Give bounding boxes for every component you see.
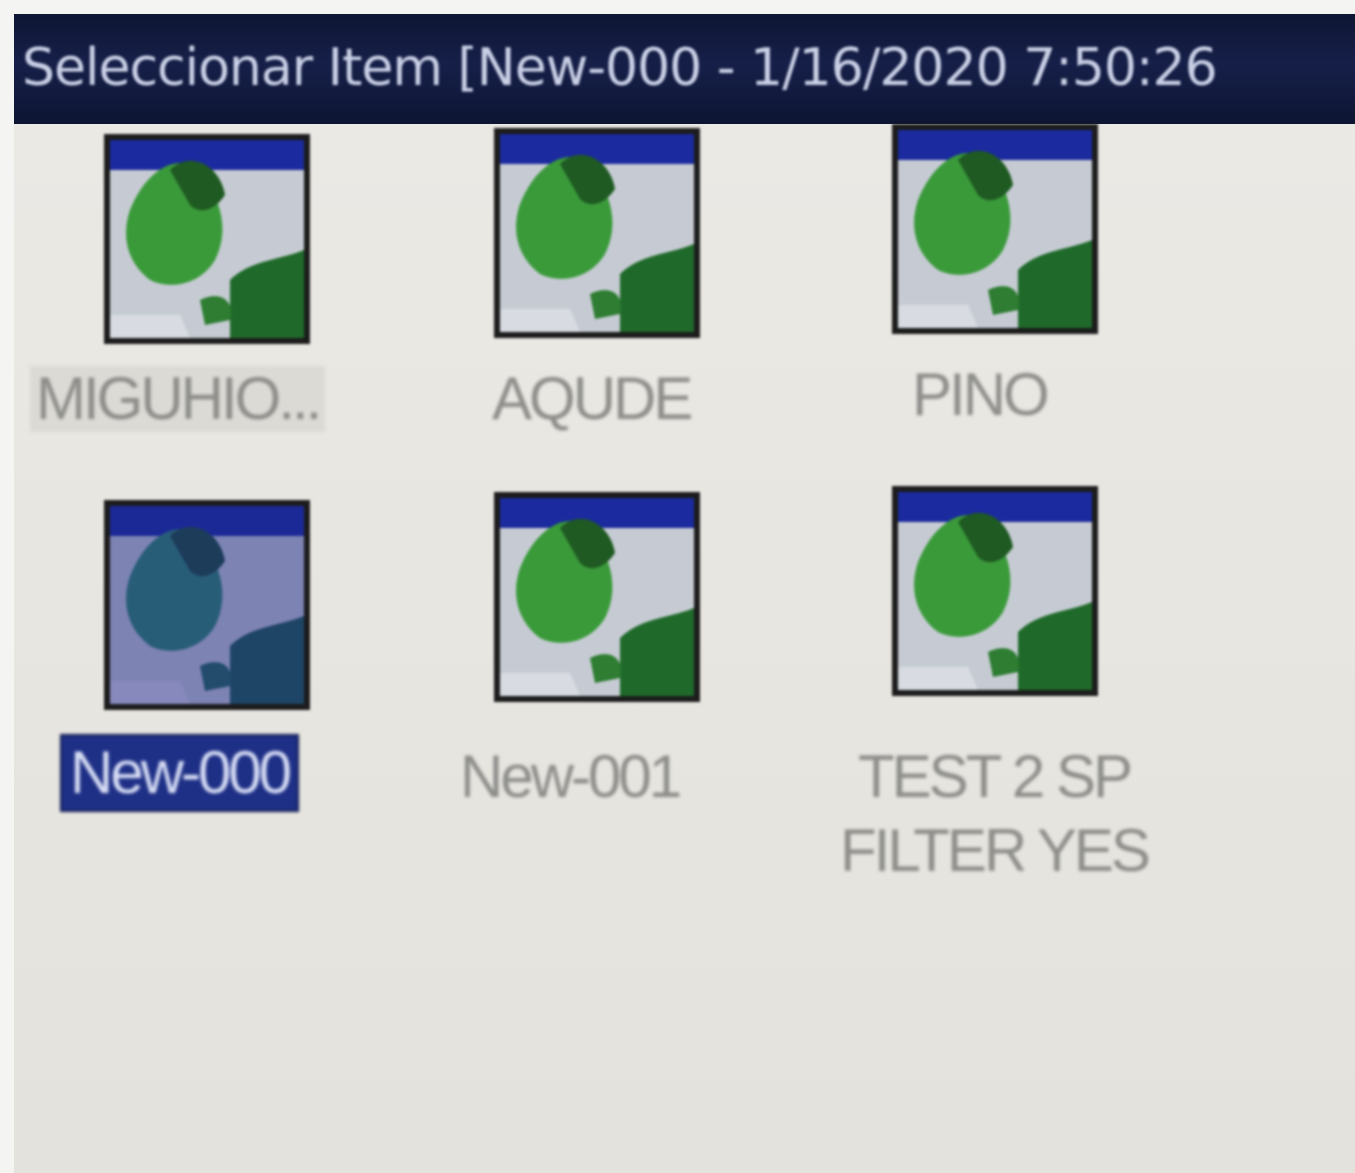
screen-bezel-top [0, 0, 1355, 14]
item-label[interactable]: PINO [912, 362, 1050, 428]
title-bar: Seleccionar Item [New-000 - 1/16/2020 7:… [14, 14, 1355, 124]
item-label[interactable]: TEST 2 SP FILTER YES [784, 740, 1204, 888]
item-label[interactable]: AQUDE [492, 366, 693, 432]
item-thumbnail-icon[interactable] [892, 124, 1098, 334]
screen-bezel-left [0, 0, 14, 1173]
touch-screen: Seleccionar Item [New-000 - 1/16/2020 7:… [0, 0, 1355, 1173]
window-title: Seleccionar Item [New-000 - 1/16/2020 7:… [22, 38, 1218, 98]
item-thumbnail-icon[interactable] [892, 486, 1098, 696]
item-thumbnail-icon[interactable] [494, 492, 700, 702]
selection-overlay [110, 506, 304, 704]
item-label-selected[interactable]: New-000 [60, 734, 300, 812]
item-thumbnail-icon[interactable] [104, 134, 310, 344]
item-label[interactable]: New-001 [460, 744, 682, 810]
item-grid: MIGUHIO... AQUDE PINO New-000 New-001 TE… [14, 124, 1355, 1173]
item-thumbnail-icon[interactable] [494, 128, 700, 338]
item-label[interactable]: MIGUHIO... [30, 366, 326, 432]
item-thumbnail-icon[interactable] [104, 500, 310, 710]
